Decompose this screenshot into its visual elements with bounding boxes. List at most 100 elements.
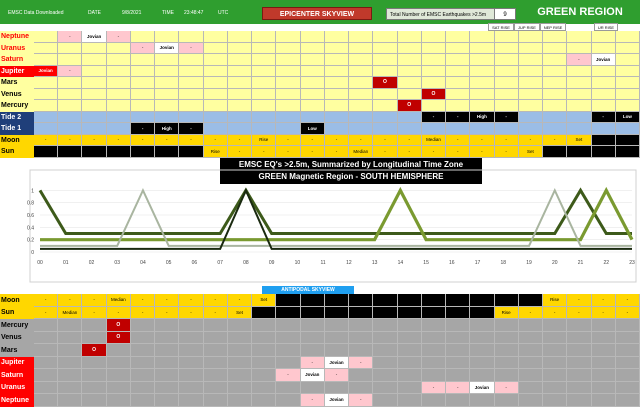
grid-cell bbox=[227, 77, 253, 89]
grid-cell bbox=[349, 381, 374, 394]
grid-row: Venus O bbox=[0, 331, 640, 344]
grid-cell bbox=[518, 344, 544, 357]
grid-cell bbox=[567, 331, 592, 344]
x-tick-label: 03 bbox=[114, 260, 120, 266]
grid-cell bbox=[591, 123, 616, 135]
grid-cell bbox=[397, 319, 422, 332]
grid-cell bbox=[203, 77, 228, 89]
grid-cell bbox=[494, 319, 519, 332]
event-cell: - bbox=[494, 381, 519, 394]
grid-cell bbox=[591, 331, 616, 344]
event-cell: Jovian bbox=[34, 65, 59, 77]
grid-cell bbox=[34, 369, 59, 382]
y-tick-label: 0.4 bbox=[27, 225, 34, 231]
grid-cell bbox=[58, 111, 83, 123]
grid-cell bbox=[373, 54, 398, 66]
grid-cell bbox=[543, 356, 568, 369]
grid-cell bbox=[324, 111, 350, 123]
grid-cell bbox=[373, 344, 398, 357]
grid-cell bbox=[276, 111, 301, 123]
series-line-2 bbox=[40, 187, 632, 247]
grid-cell bbox=[397, 88, 422, 100]
grid-cell bbox=[179, 88, 204, 100]
planet-marker: O bbox=[106, 331, 131, 344]
x-tick-label: 22 bbox=[603, 260, 609, 266]
grid-cell bbox=[349, 42, 374, 54]
grid-cell bbox=[130, 369, 156, 382]
grid-cell bbox=[276, 294, 301, 307]
grid-cell bbox=[446, 31, 471, 43]
grid-cell bbox=[373, 381, 398, 394]
event-cell: Median bbox=[349, 146, 374, 158]
grid-cell bbox=[34, 146, 59, 158]
x-tick-label: 16 bbox=[449, 260, 455, 266]
grid-cell bbox=[615, 123, 640, 135]
row-label: Neptune bbox=[0, 394, 34, 407]
grid-cell bbox=[203, 54, 228, 66]
grid-cell bbox=[421, 77, 447, 89]
event-cell: - bbox=[203, 134, 228, 146]
grid-cell bbox=[615, 77, 640, 89]
grid-cell bbox=[615, 65, 640, 77]
grid-cell bbox=[227, 100, 253, 112]
grid-cell bbox=[494, 294, 519, 307]
grid-cell bbox=[567, 356, 592, 369]
grid-cell bbox=[324, 88, 350, 100]
grid-cell bbox=[58, 394, 83, 407]
grid-cell bbox=[252, 381, 277, 394]
grid-cell bbox=[324, 123, 350, 135]
grid-cell bbox=[349, 100, 374, 112]
grid-cell bbox=[203, 65, 228, 77]
grid-cell bbox=[106, 54, 131, 66]
grid-cell bbox=[276, 306, 301, 319]
grid-cell bbox=[421, 344, 447, 357]
grid-cell bbox=[543, 54, 568, 66]
grid-cell bbox=[446, 394, 471, 407]
row-label: Neptune bbox=[0, 31, 34, 43]
grid-cell bbox=[203, 369, 228, 382]
grid-cell bbox=[203, 42, 228, 54]
event-cell: - bbox=[179, 134, 204, 146]
series-line-0 bbox=[38, 187, 632, 235]
grid-cell bbox=[543, 111, 568, 123]
grid-cell bbox=[373, 394, 398, 407]
event-cell: Rise bbox=[494, 306, 519, 319]
total-earthquakes-value: 9 bbox=[494, 8, 516, 20]
chart-panel: EMSC EQ's >2.5m, Summarized by Longitudi… bbox=[0, 158, 640, 286]
grid-cell bbox=[227, 31, 253, 43]
event-cell: Rise bbox=[252, 134, 277, 146]
grid-cell bbox=[421, 100, 447, 112]
grid-cell bbox=[446, 306, 471, 319]
event-cell: - bbox=[34, 294, 59, 307]
event-cell: - bbox=[446, 134, 471, 146]
grid-cell bbox=[227, 65, 253, 77]
event-cell: - bbox=[227, 294, 253, 307]
grid-cell bbox=[276, 88, 301, 100]
grid-cell bbox=[470, 306, 495, 319]
grid-cell bbox=[106, 88, 131, 100]
row-label: Uranus bbox=[0, 381, 34, 394]
grid-row: Tide 2- - High - - Low bbox=[0, 111, 640, 123]
grid-cell bbox=[373, 123, 398, 135]
grid-cell bbox=[421, 42, 447, 54]
grid-cell bbox=[324, 31, 350, 43]
grid-cell bbox=[300, 42, 325, 54]
nep-rise-label: NEP RISE bbox=[540, 23, 566, 31]
grid-cell bbox=[349, 331, 374, 344]
date-label: DATE bbox=[88, 10, 101, 16]
grid-cell bbox=[227, 344, 253, 357]
grid-cell bbox=[518, 369, 544, 382]
time-value: 23:48:47 bbox=[184, 10, 204, 16]
antipodal-grid: Moon - - - Median - - - - - Set Rise - - - Sun - Median - -… bbox=[0, 294, 640, 408]
grid-cell bbox=[252, 77, 277, 89]
grid-cell bbox=[615, 319, 640, 332]
grid-cell bbox=[421, 65, 447, 77]
grid-cell bbox=[58, 369, 83, 382]
grid-cell bbox=[470, 88, 495, 100]
grid-cell bbox=[179, 356, 204, 369]
grid-cell bbox=[252, 344, 277, 357]
grid-cell bbox=[252, 319, 277, 332]
grid-cell bbox=[82, 88, 107, 100]
event-cell: - bbox=[518, 306, 544, 319]
grid-cell bbox=[470, 31, 495, 43]
